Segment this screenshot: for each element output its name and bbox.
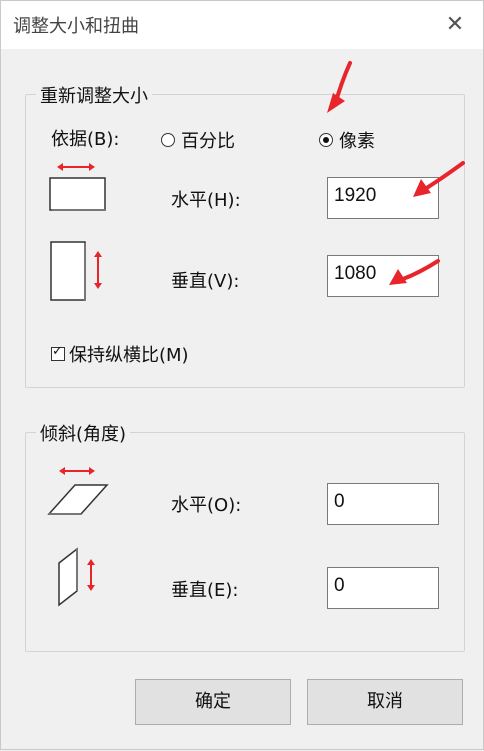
resize-skew-dialog: 调整大小和扭曲 ✕ 重新调整大小 依据(B): 百分比 像素 水平(H): 19… — [0, 0, 484, 750]
annotation-arrow-icon — [327, 61, 465, 285]
